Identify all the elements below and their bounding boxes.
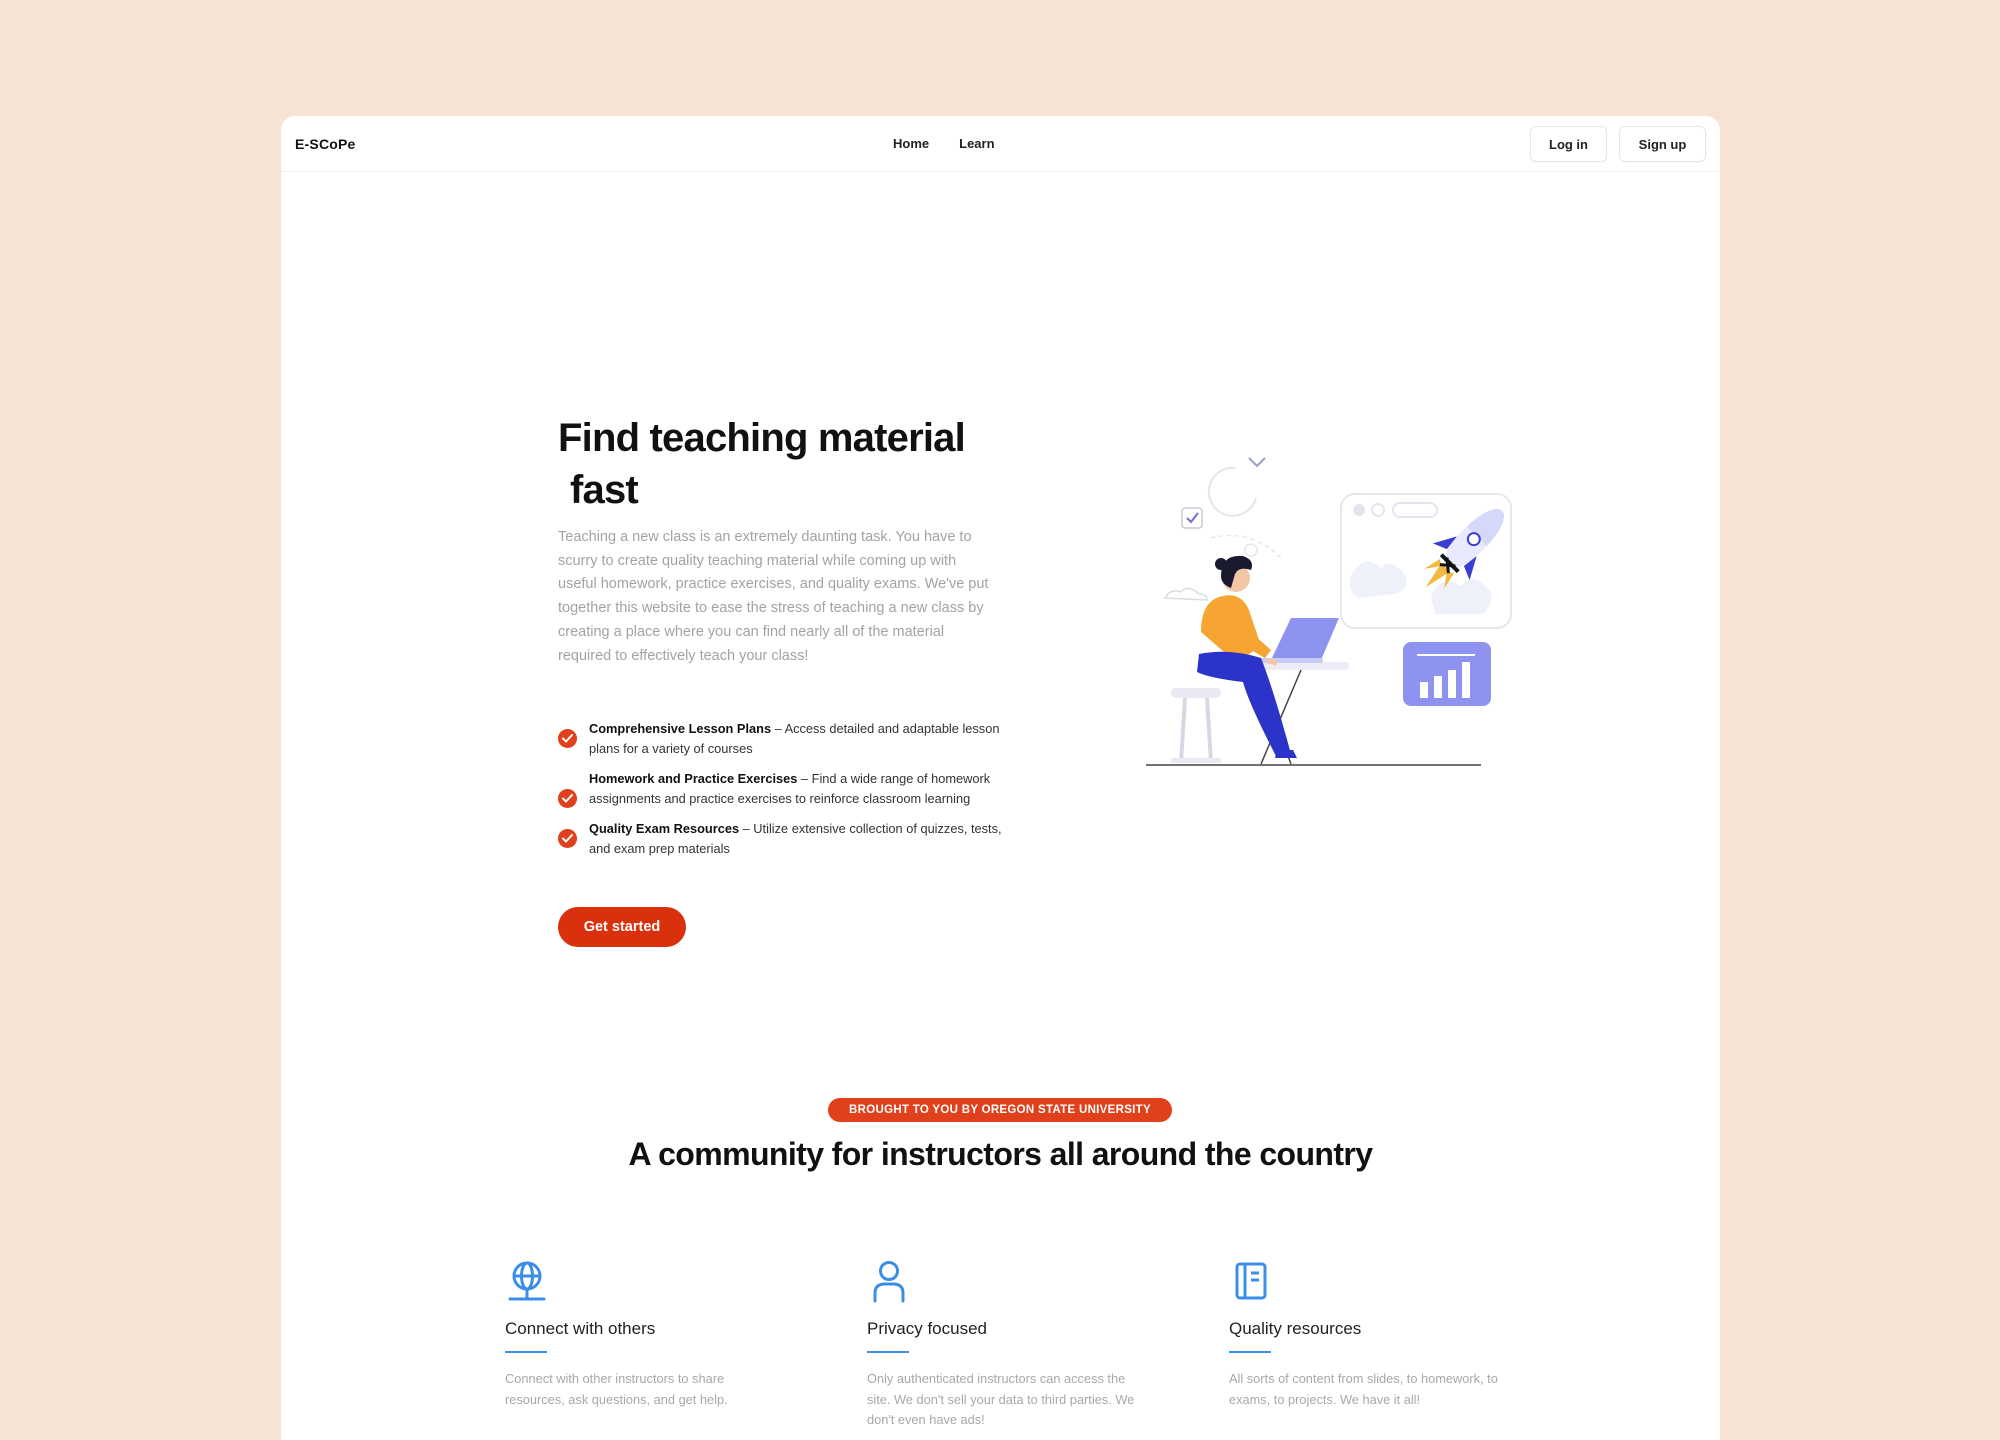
nav-link-learn[interactable]: Learn: [959, 136, 994, 151]
card-title: Connect with others: [505, 1319, 656, 1338]
card-title: Privacy focused: [867, 1319, 987, 1338]
card-divider: [867, 1351, 909, 1353]
card-divider: [1229, 1351, 1271, 1353]
feature-item: Homework and Practice Exercises – Find a…: [558, 769, 1018, 808]
hero-title-line2: fast: [570, 468, 639, 512]
brand-logo[interactable]: E-SCoPe: [295, 136, 356, 152]
check-circle-icon: [558, 829, 577, 848]
card-divider: [505, 1351, 547, 1353]
community-title: A community for instructors all around t…: [628, 1136, 1373, 1172]
nav-link-home[interactable]: Home: [893, 136, 929, 151]
feature-list: Comprehensive Lesson Plans – Access deta…: [558, 719, 1018, 858]
hero-title: Find teaching material fast: [558, 412, 1018, 516]
feature-title: Homework and Practice Exercises: [589, 771, 798, 786]
card-description: Only authenticated instructors can acces…: [867, 1371, 1135, 1427]
check-circle-icon: [558, 729, 577, 748]
hero-description: Teaching a new class is an extremely dau…: [558, 529, 989, 664]
feature-card-connect: Connect with others Connect with other i…: [505, 1259, 785, 1410]
card-title: Quality resources: [1229, 1319, 1362, 1338]
university-badge: BROUGHT TO YOU BY OREGON STATE UNIVERSIT…: [828, 1098, 1172, 1122]
hero-title-line1: Find teaching material: [558, 416, 966, 460]
browser-window: E-SCoPe Home Learn Log in Sign up Find t…: [281, 116, 1720, 1440]
card-description: All sorts of content from slides, to hom…: [1229, 1371, 1498, 1407]
top-navbar: E-SCoPe Home Learn Log in Sign up: [281, 116, 1720, 172]
hero-illustration: [1146, 457, 1512, 766]
check-circle-icon: [558, 789, 577, 808]
get-started-button[interactable]: Get started: [558, 907, 686, 947]
login-button[interactable]: Log in: [1530, 126, 1607, 162]
user-icon: [867, 1259, 1147, 1307]
nav-links: Home Learn: [893, 136, 995, 151]
feature-title: Quality Exam Resources: [589, 821, 740, 836]
card-description: Connect with other instructors to share …: [505, 1371, 728, 1407]
feature-title: Comprehensive Lesson Plans: [589, 721, 772, 736]
globe-icon: [505, 1259, 785, 1307]
feature-card-resources: Quality resources All sorts of content f…: [1229, 1259, 1519, 1410]
signup-button[interactable]: Sign up: [1619, 126, 1706, 162]
feature-item: Comprehensive Lesson Plans – Access deta…: [558, 719, 1018, 758]
feature-item: Quality Exam Resources – Utilize extensi…: [558, 819, 1018, 858]
feature-card-privacy: Privacy focused Only authenticated instr…: [867, 1259, 1147, 1431]
notebook-icon: [1229, 1259, 1519, 1307]
